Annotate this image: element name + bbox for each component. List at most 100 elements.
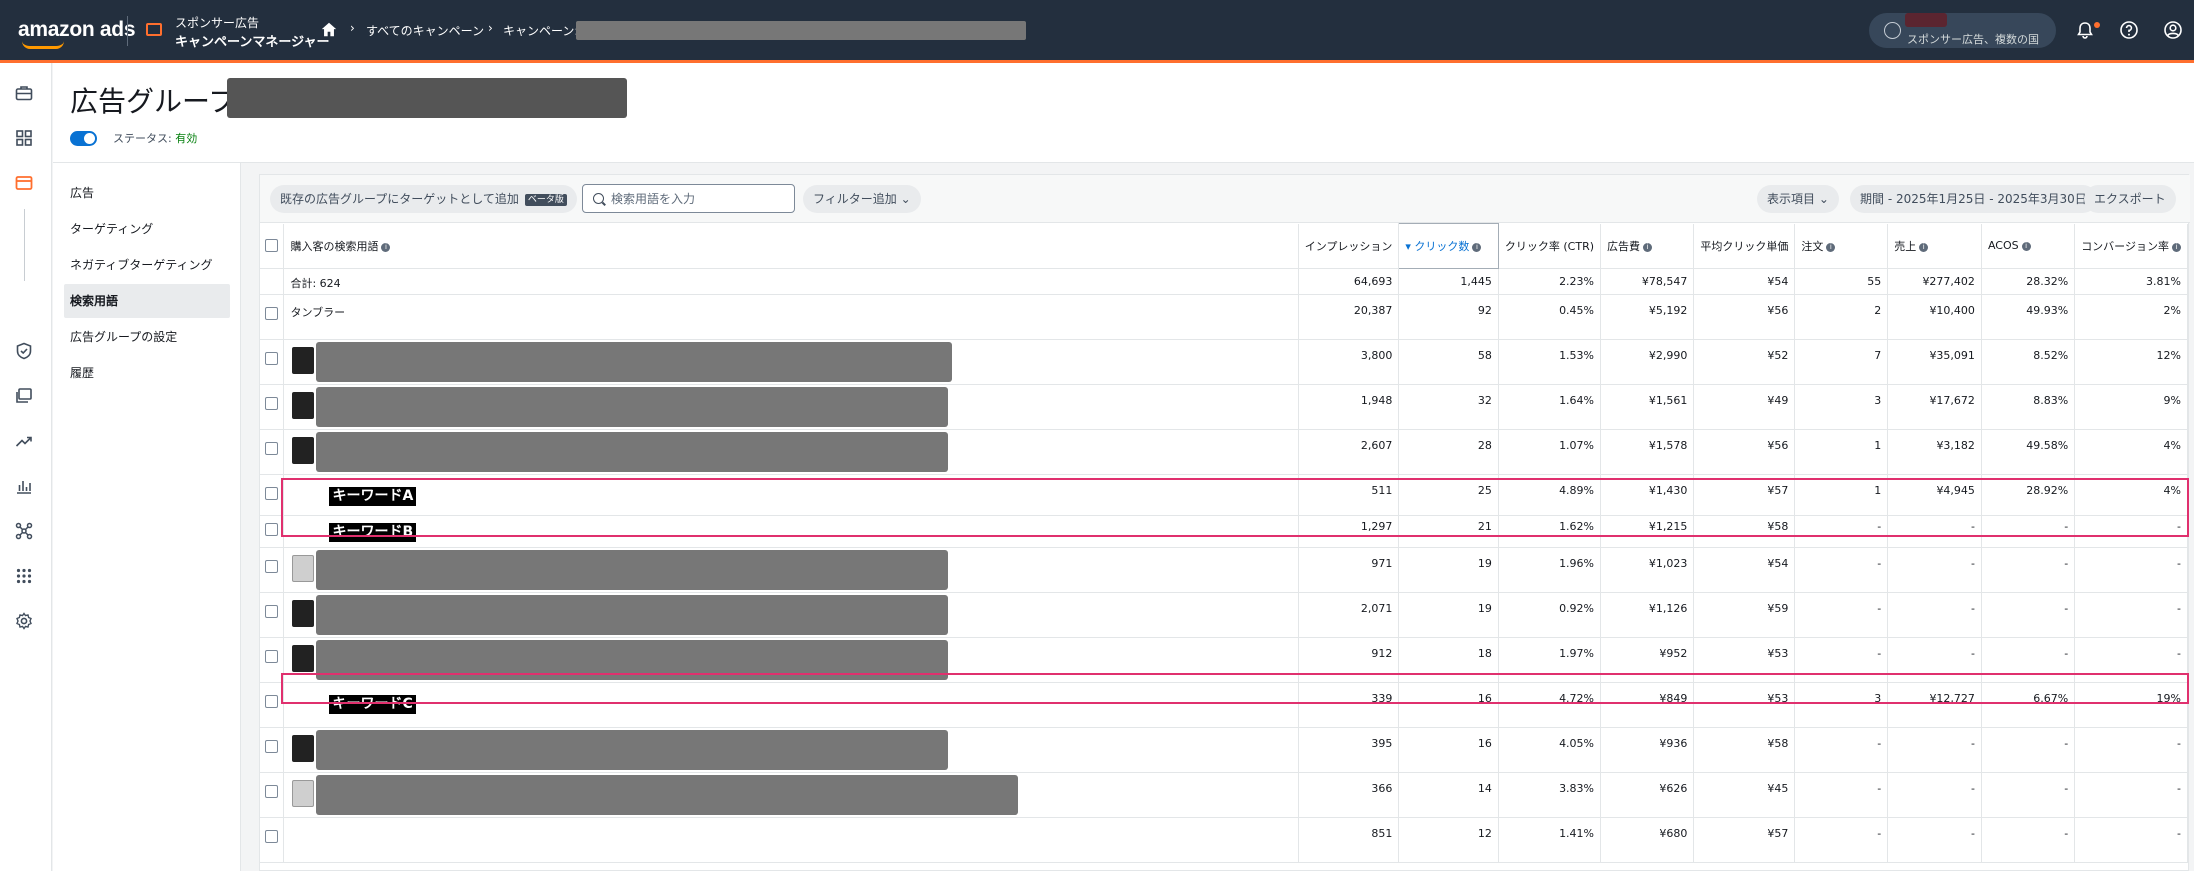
row-checkbox[interactable] [265, 442, 278, 455]
columns-button[interactable]: 表示項目 ⌄ [1757, 185, 1839, 213]
col-conversion[interactable]: コンバージョン率 i [2074, 223, 2188, 269]
keyword-label[interactable]: キーワードA [329, 487, 417, 506]
campaign-manager-rail-icon[interactable] [14, 173, 34, 193]
col-orders[interactable]: 注文 i [1794, 223, 1889, 269]
metric-cell: 1,297 [1298, 515, 1400, 548]
info-icon[interactable]: i [2171, 242, 2181, 252]
bar-chart-icon[interactable] [14, 476, 34, 496]
row-checkbox[interactable] [265, 487, 278, 500]
table-row[interactable]: キーワードB 1,297 21 1.62% ¥1,215 ¥58- - - - [260, 515, 2188, 548]
table-row[interactable]: 912 18 1.97% ¥952 ¥53- - - - [260, 637, 2188, 683]
metric-cell: 4.72% [1498, 682, 1602, 728]
product-thumbnail[interactable] [292, 600, 315, 627]
search-term-text[interactable]: タンブラー [290, 306, 345, 319]
subnav-item-ads[interactable]: 広告 [64, 176, 230, 210]
keyword-label[interactable]: キーワードB [329, 523, 417, 542]
amazon-ads-logo[interactable]: amazon ads [18, 18, 136, 42]
product-thumbnail[interactable] [292, 392, 315, 419]
metric-cell: - [1794, 772, 1889, 818]
info-icon[interactable]: i [1643, 242, 1653, 252]
product-thumbnail[interactable] [292, 735, 315, 762]
info-icon[interactable]: i [1919, 242, 1929, 252]
col-acos[interactable]: ACOS i [1981, 223, 2076, 269]
add-filter-button[interactable]: フィルター追加 ⌄ [803, 185, 921, 213]
info-icon[interactable]: i [2021, 242, 2031, 252]
media-icon[interactable] [14, 386, 34, 406]
row-checkbox[interactable] [265, 695, 278, 708]
col-search-term[interactable]: 購入客の検索用語 i [283, 223, 1299, 269]
trend-icon[interactable] [14, 431, 34, 451]
metric-cell: 7 [1794, 339, 1889, 385]
help-icon[interactable] [2119, 20, 2139, 40]
table-row[interactable]: 1,948 32 1.64% ¥1,561 ¥49 3 ¥17,672 8.83% 9% [260, 384, 2188, 430]
bell-icon[interactable] [2075, 20, 2095, 40]
date-range-button[interactable]: 期間 - 2025年1月25日 - 2025年3月30日 [1850, 185, 2097, 213]
network-icon[interactable] [14, 521, 34, 541]
row-checkbox[interactable] [265, 650, 278, 663]
subnav-item-history[interactable]: 履歴 [64, 356, 230, 390]
table-row[interactable]: 366 14 3.83% ¥626 ¥45- - - - [260, 772, 2188, 818]
shield-icon[interactable] [14, 341, 34, 361]
product-thumbnail[interactable] [292, 347, 315, 374]
row-checkbox[interactable] [265, 352, 278, 365]
table-row[interactable]: 395 16 4.05% ¥936 ¥58- - - - [260, 727, 2188, 773]
briefcase-icon[interactable] [14, 83, 34, 103]
table-row[interactable]: タンブラー 20,387 92 0.45% ¥5,192 ¥56 2 ¥10,400 49.93… [260, 294, 2188, 340]
row-checkbox[interactable] [265, 560, 278, 573]
row-checkbox[interactable] [265, 740, 278, 753]
row-checkbox[interactable] [265, 605, 278, 618]
table-row[interactable]: キーワードC 339 16 4.72% ¥849 ¥53 3 ¥12,727 6.67% 19% [260, 682, 2188, 728]
row-checkbox[interactable] [265, 785, 278, 798]
subnav-item-search-terms[interactable]: 検索用語 [64, 284, 230, 318]
status-toggle[interactable] [70, 131, 97, 146]
keyword-label[interactable]: キーワードC [329, 695, 416, 714]
export-button[interactable]: エクスポート [2084, 185, 2176, 213]
product-thumbnail[interactable] [292, 780, 315, 807]
product-title[interactable]: キャンペーンマネージャー [175, 31, 329, 50]
col-header-label: 広告費 [1607, 239, 1641, 253]
product-thumbnail[interactable] [292, 555, 315, 582]
rail-divider [24, 209, 25, 281]
dashboard-icon[interactable] [14, 128, 34, 148]
search-box[interactable] [582, 184, 795, 213]
add-as-target-button[interactable]: 既存の広告グループにターゲットとして追加 ベータ版 [270, 185, 577, 213]
row-checkbox[interactable] [265, 523, 278, 536]
row-checkbox[interactable] [265, 307, 278, 320]
table-row[interactable]: 2,071 19 0.92% ¥1,126 ¥59- - - - [260, 592, 2188, 638]
subnav-item-targeting[interactable]: ターゲティング [64, 212, 230, 246]
col-clicks[interactable]: ▾ クリック数 i [1398, 223, 1499, 269]
product-thumbnail[interactable] [292, 645, 315, 672]
col-spend[interactable]: 広告費 i [1600, 223, 1695, 269]
subnav-item-negative-targeting[interactable]: ネガティブターゲティング [64, 248, 230, 282]
col-sales[interactable]: 売上 i [1887, 223, 1982, 269]
search-input[interactable] [611, 190, 791, 208]
home-icon[interactable] [320, 21, 338, 39]
metric-cell: - [1887, 547, 1982, 593]
info-icon[interactable]: i [381, 242, 391, 252]
region-selector[interactable]: スポンサー広告、複数の国 [1869, 13, 2056, 48]
col-cpc[interactable]: 平均クリック単価 [1693, 223, 1796, 269]
amazon-smile-icon [22, 41, 64, 49]
row-checkbox[interactable] [265, 397, 278, 410]
info-icon[interactable]: i [1472, 243, 1482, 252]
table-row[interactable]: キーワードA 511 25 4.89% ¥1,430 ¥57 1 ¥4,945 28.92% 4% [260, 474, 2188, 516]
breadcrumb-all-campaigns[interactable]: すべてのキャンペーン [366, 22, 484, 39]
col-impressions[interactable]: インプレッション [1298, 223, 1400, 269]
table-row[interactable]: 2,607 28 1.07% ¥1,578 ¥56 1 ¥3,182 49.58% 4% [260, 429, 2188, 475]
table-row[interactable]: 971 19 1.96% ¥1,023 ¥54- - - - [260, 547, 2188, 593]
select-all-checkbox[interactable] [265, 239, 278, 253]
total-cell: ¥54 [1693, 268, 1796, 295]
row-checkbox[interactable] [265, 830, 278, 843]
table-row[interactable]: 851 12 1.41% ¥680 ¥57- - - - [260, 817, 2188, 863]
gear-icon[interactable] [14, 611, 34, 631]
total-cell: 55 [1794, 268, 1889, 295]
apps-grid-icon[interactable] [14, 566, 34, 586]
info-icon[interactable]: i [1826, 242, 1836, 252]
subnav-item-ad-group-settings[interactable]: 広告グループの設定 [64, 320, 230, 354]
col-header-label: 平均クリック単価 [1700, 239, 1789, 253]
col-ctr[interactable]: クリック率 (CTR) [1498, 223, 1602, 269]
account-icon[interactable] [2163, 20, 2183, 40]
product-thumbnail[interactable] [292, 437, 315, 464]
breadcrumb-campaign[interactable]: キャンペーン: [503, 22, 578, 39]
table-row[interactable]: 3,800 58 1.53% ¥2,990 ¥52 7 ¥35,091 8.52% 12% [260, 339, 2188, 385]
